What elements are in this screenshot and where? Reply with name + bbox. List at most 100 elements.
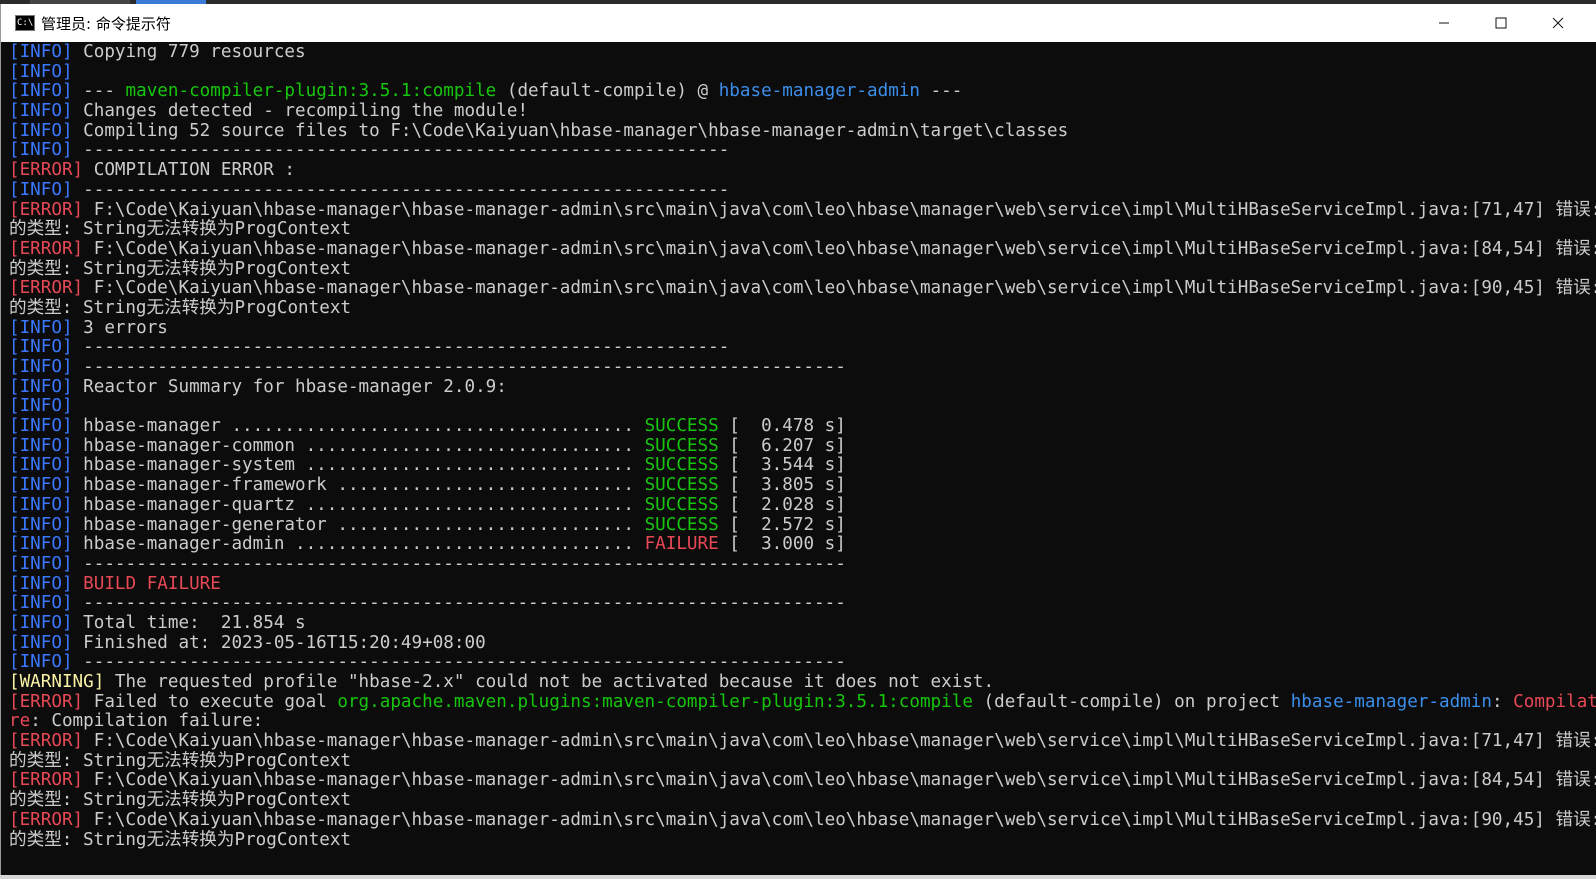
console-line: [INFO] hbase-manager-system ............… xyxy=(9,456,1596,476)
console-line: [INFO] ---------------------------------… xyxy=(9,337,1596,358)
console-text: 的类型: String无法转换为ProgContext xyxy=(9,750,352,771)
project-link: hbase-manager-admin xyxy=(718,81,920,102)
minimize-button[interactable] xyxy=(1415,4,1473,42)
console-line: re: Compilation failure: xyxy=(9,712,1596,732)
project-link: hbase-manager-admin xyxy=(1290,691,1492,712)
console-line: [INFO] hbase-manager-common ............… xyxy=(9,435,1596,457)
error-text: [ERROR] xyxy=(9,770,84,791)
console-text: hbase-manager-system ...................… xyxy=(72,455,645,476)
console-line: [ERROR] F:\Code\Kaiyuan\hbase-manager\hb… xyxy=(9,239,1596,260)
info-tag: [INFO] xyxy=(9,455,73,476)
console-text: --- xyxy=(72,81,126,102)
info-tag: [INFO] xyxy=(9,612,73,633)
error-text: [ERROR] xyxy=(9,278,84,299)
console-text: ----------------------------------------… xyxy=(72,553,846,574)
info-tag: [INFO] xyxy=(9,317,73,338)
console-text: (default-compile) @ xyxy=(496,81,719,102)
console-line: [INFO] hbase-manager-quartz ............… xyxy=(9,494,1596,516)
console-line: [INFO] xyxy=(9,61,1596,83)
info-tag: [INFO] xyxy=(9,81,73,102)
console-line: [INFO] Total time: 21.854 s xyxy=(9,612,1596,634)
console-text: ----------------------------------------… xyxy=(72,652,846,673)
console-text: F:\Code\Kaiyuan\hbase-manager\hbase-mana… xyxy=(83,731,1596,752)
info-tag: [INFO] xyxy=(9,140,73,161)
console-line: [ERROR] Failed to execute goal org.apach… xyxy=(9,691,1596,713)
console-text: hbase-manager-admin ....................… xyxy=(72,534,645,555)
info-tag: [INFO] xyxy=(9,573,73,594)
console-text: (default-compile) on project xyxy=(972,691,1291,712)
info-tag: [INFO] xyxy=(9,120,73,141)
error-text: BUILD FAILURE xyxy=(83,573,221,594)
console-line: [INFO] Compiling 52 source files to F:\C… xyxy=(9,120,1596,142)
console-line: 的类型: String无法转换为ProgContext xyxy=(9,750,1596,772)
console-text: [ 0.478 s] xyxy=(718,416,846,437)
maximize-button[interactable] xyxy=(1472,4,1530,42)
error-text: [ERROR] xyxy=(9,731,84,752)
console-line: 的类型: String无法转换为ProgContext xyxy=(9,829,1596,851)
console-text: 的类型: String无法转换为ProgContext xyxy=(9,790,352,811)
console-line: [ERROR] F:\Code\Kaiyuan\hbase-manager\hb… xyxy=(9,199,1596,221)
error-text: [ERROR] xyxy=(9,199,84,220)
console-text: 的类型: String无法转换为ProgContext xyxy=(9,829,352,850)
console-text: [ 2.572 s] xyxy=(718,514,846,535)
console-text: F:\Code\Kaiyuan\hbase-manager\hbase-mana… xyxy=(83,199,1596,220)
success-text: SUCCESS xyxy=(644,475,719,496)
console-text: hbase-manager-generator ................… xyxy=(72,514,645,535)
success-text: SUCCESS xyxy=(644,455,719,476)
success-text: SUCCESS xyxy=(644,494,719,515)
info-tag: [INFO] xyxy=(9,475,73,496)
title-bar[interactable]: C:\ 管理员: 命令提示符 xyxy=(1,4,1596,42)
console-text: hbase-manager-framework ................… xyxy=(72,475,645,496)
info-tag: [INFO] xyxy=(9,435,73,456)
error-text: [ERROR] xyxy=(9,809,84,830)
maximize-icon xyxy=(1495,17,1507,29)
console-line: [INFO] hbase-manager-admin .............… xyxy=(9,534,1596,555)
console-text: 3 errors xyxy=(72,317,168,338)
console-text: 的类型: String无法转换为ProgContext xyxy=(9,258,352,279)
console-line: [ERROR] F:\Code\Kaiyuan\hbase-manager\hb… xyxy=(9,278,1596,299)
console-text: hbase-manager ..........................… xyxy=(72,416,645,437)
warning-tag: [WARNING] xyxy=(9,672,105,692)
console-text: 的类型: String无法转换为ProgContext xyxy=(9,219,352,240)
console-output[interactable]: [INFO] Copying 779 resources [INFO] [INFO]… xyxy=(9,43,1596,875)
minimize-icon xyxy=(1439,22,1449,24)
console-text: COMPILATION ERROR : xyxy=(83,160,296,181)
console-line: [ERROR] F:\Code\Kaiyuan\hbase-manager\hb… xyxy=(9,731,1596,752)
console-line: [INFO] hbase-manager-framework .........… xyxy=(9,475,1596,496)
console-line: [INFO] BUILD FAILURE xyxy=(9,573,1596,595)
info-tag: [INFO] xyxy=(9,416,73,437)
console-text: F:\Code\Kaiyuan\hbase-manager\hbase-mana… xyxy=(83,278,1596,299)
console-text: ----------------------------------------… xyxy=(72,593,846,614)
success-text: org.apache.maven.plugins:maven-compiler-… xyxy=(337,691,973,712)
console-text: ----------------------------------------… xyxy=(72,357,846,377)
cmd-window: C:\ 管理员: 命令提示符 [INFO] Copying 779 resour… xyxy=(0,4,1596,875)
close-button[interactable] xyxy=(1529,4,1587,42)
info-tag: [INFO] xyxy=(9,593,73,614)
error-text: Compilation failu xyxy=(1513,691,1596,712)
console-text: [ 3.805 s] xyxy=(718,475,846,496)
console-text: F:\Code\Kaiyuan\hbase-manager\hbase-mana… xyxy=(83,809,1596,830)
window-title: 管理员: 命令提示符 xyxy=(41,14,171,33)
console-line: [ERROR] F:\Code\Kaiyuan\hbase-manager\hb… xyxy=(9,771,1596,791)
console-text: Copying 779 resources xyxy=(72,43,306,62)
close-icon xyxy=(1552,17,1564,29)
info-tag: [INFO] xyxy=(9,494,73,515)
info-tag: [INFO] xyxy=(9,376,73,397)
info-tag: [INFO] xyxy=(9,101,73,122)
console-text: ----------------------------------------… xyxy=(72,337,730,358)
info-tag: [INFO] xyxy=(9,61,73,82)
info-tag: [INFO] xyxy=(9,357,73,377)
taskbar-strip xyxy=(0,875,1596,879)
console-line: [INFO] Reactor Summary for hbase-manager… xyxy=(9,376,1596,398)
console-line: 的类型: String无法转换为ProgContext xyxy=(9,258,1596,280)
console-text: Changes detected - recompiling the modul… xyxy=(72,101,529,122)
console-text: [ 2.028 s] xyxy=(718,494,846,515)
success-text: maven-compiler-plugin:3.5.1:compile xyxy=(125,81,497,102)
console-text: [ 6.207 s] xyxy=(718,435,846,456)
console-line: [INFO] ---------------------------------… xyxy=(9,593,1596,614)
error-text: [ERROR] xyxy=(9,691,84,712)
info-tag: [INFO] xyxy=(9,337,73,358)
console-text: Total time: 21.854 s xyxy=(72,612,306,633)
console-text: Finished at: 2023-05-16T15:20:49+08:00 xyxy=(72,632,486,653)
console-line: [INFO] ---------------------------------… xyxy=(9,652,1596,673)
